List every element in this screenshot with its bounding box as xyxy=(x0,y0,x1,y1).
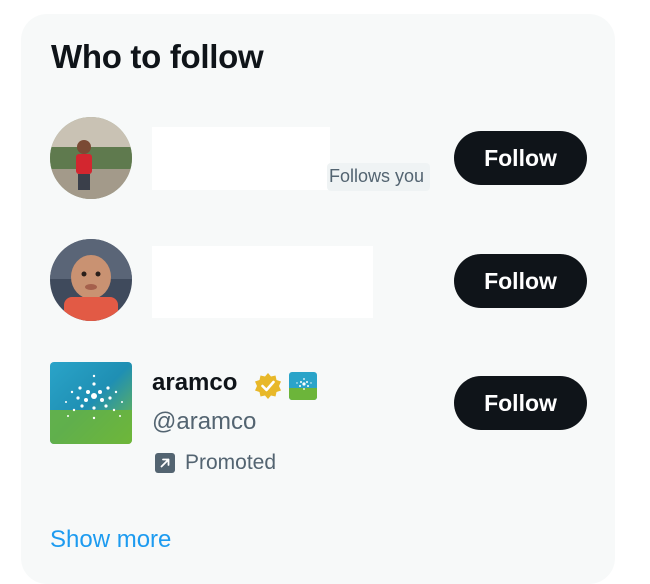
avatar-user-1[interactable] xyxy=(50,117,132,199)
promoted-label: Promoted xyxy=(155,451,276,475)
promoted-text: Promoted xyxy=(185,451,277,474)
aramco-logo[interactable] xyxy=(50,362,132,444)
show-more-link[interactable]: Show more xyxy=(50,526,171,554)
redacted-user-name xyxy=(152,246,373,318)
follow-button-user-2[interactable]: Follow xyxy=(454,254,587,308)
gold-verified-badge-icon xyxy=(254,372,282,400)
follows-you-badge: Follows you xyxy=(327,163,431,191)
account-name[interactable]: aramco xyxy=(152,369,237,397)
redacted-user-name xyxy=(152,127,330,190)
follow-button-aramco[interactable]: Follow xyxy=(454,376,587,430)
follow-button-user-1[interactable]: Follow xyxy=(454,131,587,185)
account-handle: @aramco xyxy=(152,408,257,435)
avatar-user-2[interactable] xyxy=(50,239,132,321)
who-to-follow-panel: Who to follow Follows you Follow Follow xyxy=(21,14,615,584)
aramco-affiliate-badge-icon xyxy=(289,372,317,400)
promoted-arrow-icon xyxy=(155,453,175,473)
panel-title: Who to follow xyxy=(51,38,264,75)
